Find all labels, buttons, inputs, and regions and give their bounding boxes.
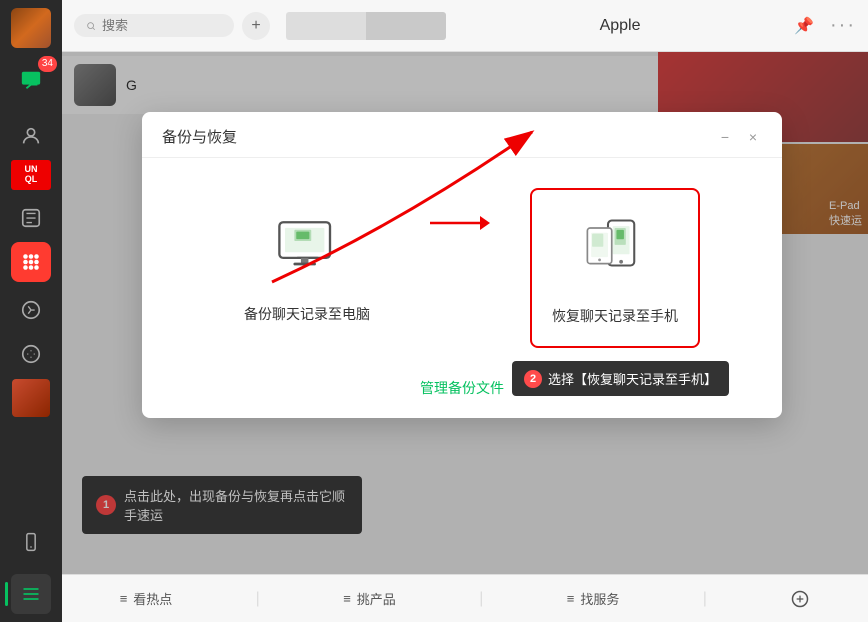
main-content: + Apple 📌 ··· G E-Pad快速运 <box>62 0 868 622</box>
dialog-body: 备份聊天记录至电脑 <box>142 158 782 368</box>
dialog-header: 备份与恢复 − × <box>142 112 782 158</box>
search-input[interactable] <box>102 18 222 33</box>
discover-icon[interactable] <box>11 334 51 374</box>
backup-restore-dialog: 备份与恢复 − × <box>142 112 782 418</box>
more-menu[interactable]: ··· <box>830 14 856 37</box>
img-icon[interactable] <box>11 378 51 418</box>
minimize-button[interactable]: − <box>716 128 734 146</box>
products-icon: ≡ <box>343 591 351 606</box>
hot-news-icon: ≡ <box>120 591 128 606</box>
favorites-icon[interactable] <box>11 198 51 238</box>
tooltip-number: 2 <box>524 370 542 388</box>
sidebar-bottom <box>11 522 51 614</box>
contacts-icon[interactable] <box>11 116 51 156</box>
phone-icon[interactable] <box>11 522 51 562</box>
restore-tooltip: 2 选择【恢复聊天记录至手机】 <box>512 361 729 396</box>
unread-badge: 34 <box>38 56 57 72</box>
direction-arrow <box>430 208 490 238</box>
dialog-overlay: 备份与恢复 − × <box>62 52 868 574</box>
grid-icon <box>790 589 810 609</box>
dialog-controls: − × <box>716 128 762 146</box>
bottom-nav: ≡ 看热点 | ≡ 挑产品 | ≡ 找服务 | <box>62 574 868 622</box>
avatar[interactable] <box>11 8 51 48</box>
sidebar: 34 UNQL <box>0 0 62 622</box>
services-icon: ≡ <box>567 591 575 606</box>
monitor-icon <box>267 208 347 288</box>
services-label: 找服务 <box>580 589 619 608</box>
dialog-title: 备份与恢复 <box>162 126 237 147</box>
close-button[interactable]: × <box>744 128 762 146</box>
page-title: Apple <box>454 17 786 35</box>
app-red-icon[interactable] <box>11 242 51 282</box>
nav-services[interactable]: ≡ 找服务 <box>555 585 632 612</box>
search-icon <box>86 19 96 33</box>
nav-more[interactable] <box>778 585 822 613</box>
appstore-icon[interactable] <box>11 290 51 330</box>
hot-news-label: 看热点 <box>133 589 172 608</box>
backup-to-pc-card[interactable]: 备份聊天记录至电脑 <box>224 188 390 344</box>
topbar: + Apple 📌 ··· <box>62 0 868 52</box>
pin-icon[interactable]: 📌 <box>794 16 814 36</box>
restore-to-phone-card[interactable]: 恢复聊天记录至手机 2 选择【恢复聊天记录至手机】 <box>530 188 700 348</box>
arrow-area <box>430 208 490 238</box>
phone-with-chat-icon <box>575 210 655 290</box>
nav-products[interactable]: ≡ 挑产品 <box>331 585 408 612</box>
restore-label: 恢复聊天记录至手机 <box>552 306 678 326</box>
search-box[interactable] <box>74 14 234 37</box>
hamburger-menu[interactable] <box>11 574 51 614</box>
nav-hot-news[interactable]: ≡ 看热点 <box>108 585 185 612</box>
uniqlo-icon[interactable]: UNQL <box>11 160 51 190</box>
manage-backup-link[interactable]: 管理备份文件 <box>420 380 504 396</box>
products-label: 挑产品 <box>357 589 396 608</box>
chat-area: G E-Pad快速运 备份与恢复 − × <box>62 52 868 574</box>
backup-label: 备份聊天记录至电脑 <box>244 304 370 324</box>
chat-nav-item[interactable]: 34 <box>11 60 51 104</box>
add-button[interactable]: + <box>242 12 270 40</box>
tooltip-text: 选择【恢复聊天记录至手机】 <box>548 369 717 388</box>
